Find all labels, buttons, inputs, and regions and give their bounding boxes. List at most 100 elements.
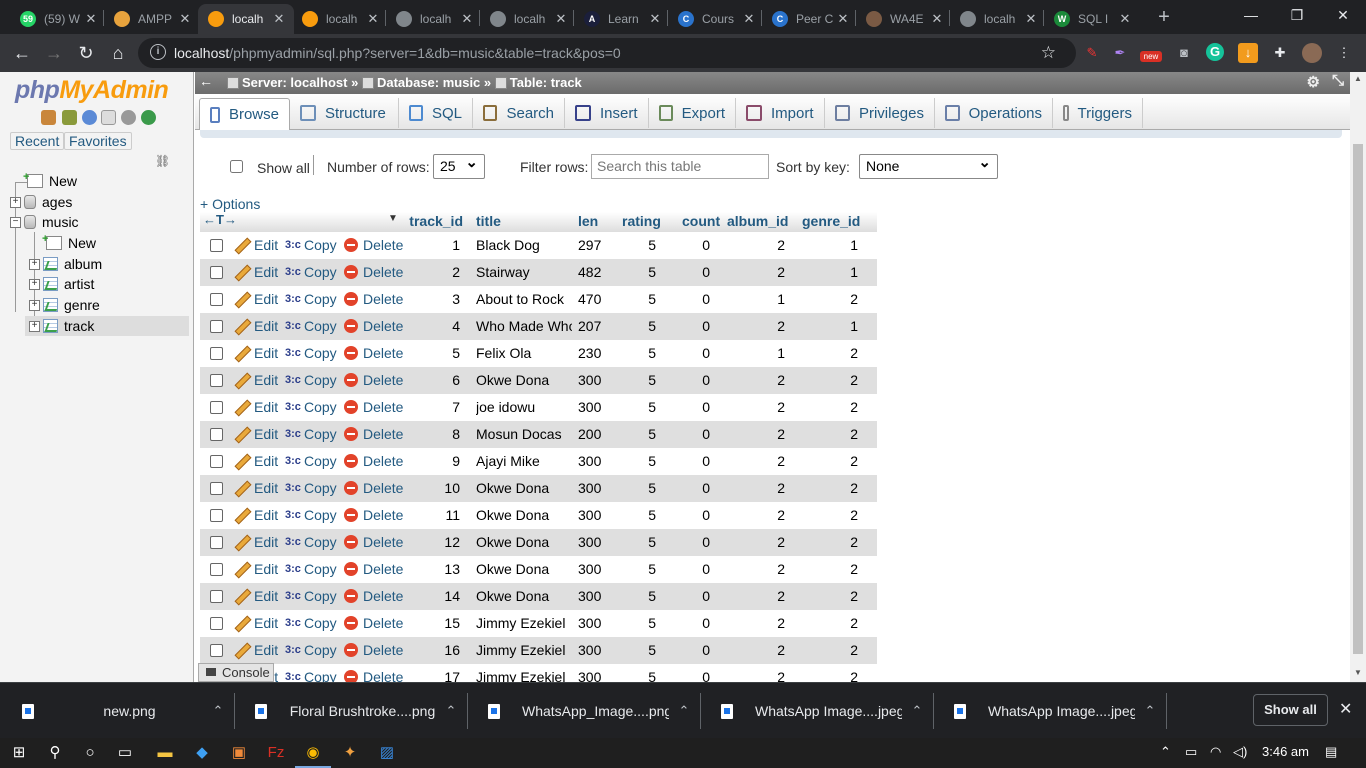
tree-item-new-table[interactable]: New	[29, 233, 96, 253]
cell-track_id[interactable]: 12	[408, 534, 460, 550]
forward-icon[interactable]: →	[40, 40, 68, 66]
delete-link[interactable]: Delete	[344, 264, 403, 280]
cell-rating[interactable]: 5	[622, 534, 656, 550]
cell-title[interactable]: joe idowu	[476, 399, 572, 415]
copy-link[interactable]: 3:c Copy	[285, 237, 337, 253]
cell-rating[interactable]: 5	[622, 426, 656, 442]
address-bar[interactable]: i localhost/phpmyadmin/sql.php?server=1&…	[138, 38, 1076, 68]
cell-genre_id[interactable]: 2	[802, 669, 858, 682]
column-header-track_id[interactable]: track_id	[408, 213, 463, 229]
cell-rating[interactable]: 5	[622, 291, 656, 307]
copy-link[interactable]: 3:c Copy	[285, 615, 337, 631]
rows-per-page-select[interactable]: 25	[433, 153, 485, 179]
row-checkbox[interactable]	[210, 455, 223, 468]
cell-len[interactable]: 297	[578, 237, 608, 253]
cell-count[interactable]: 0	[682, 453, 710, 469]
cell-count[interactable]: 0	[682, 318, 710, 334]
download-item[interactable]: WhatsApp Image....jpeg ⌃	[699, 683, 932, 739]
expand-icon[interactable]: +	[29, 320, 40, 332]
cell-genre_id[interactable]: 1	[802, 264, 858, 280]
column-header-genre_id[interactable]: genre_id	[802, 213, 860, 229]
extension-camera-icon[interactable]: ◙	[1174, 43, 1194, 63]
delete-link[interactable]: Delete	[344, 642, 403, 658]
browser-tab[interactable]: localh ✕	[950, 4, 1046, 34]
cell-count[interactable]: 0	[682, 237, 710, 253]
show-all-label[interactable]: Show all	[257, 160, 310, 176]
cell-album_id[interactable]: 2	[727, 399, 785, 415]
cell-genre_id[interactable]: 2	[802, 561, 858, 577]
cell-len[interactable]: 300	[578, 480, 608, 496]
cell-rating[interactable]: 5	[622, 453, 656, 469]
cell-genre_id[interactable]: 1	[802, 318, 858, 334]
cell-album_id[interactable]: 2	[727, 642, 785, 658]
cell-len[interactable]: 482	[578, 264, 608, 280]
breadcrumb-server[interactable]: Server: localhost	[242, 75, 348, 90]
tab-structure[interactable]: Structure	[290, 98, 399, 128]
collapse-top-icon[interactable]: ⤡	[1332, 72, 1344, 89]
copy-link[interactable]: 3:c Copy	[285, 507, 337, 523]
extension-pen-icon[interactable]: ✎	[1082, 43, 1102, 63]
row-checkbox[interactable]	[210, 563, 223, 576]
cell-title[interactable]: Okwe Dona	[476, 480, 572, 496]
copy-link[interactable]: 3:c Copy	[285, 426, 337, 442]
delete-link[interactable]: Delete	[344, 669, 403, 682]
download-item[interactable]: Floral Brushtroke....png ⌃	[233, 683, 466, 739]
edit-link[interactable]: Edit	[234, 588, 278, 604]
vscode-icon[interactable]: ◆	[191, 742, 213, 764]
cell-len[interactable]: 300	[578, 669, 608, 682]
cell-album_id[interactable]: 2	[727, 426, 785, 442]
cell-count[interactable]: 0	[682, 480, 710, 496]
row-checkbox[interactable]	[210, 536, 223, 549]
edit-link[interactable]: Edit	[234, 480, 278, 496]
tab-close-icon[interactable]: ✕	[176, 11, 194, 27]
recent-tab[interactable]: Recent	[10, 132, 65, 150]
edit-link[interactable]: Edit	[234, 291, 278, 307]
cell-album_id[interactable]: 2	[727, 669, 785, 682]
tab-import[interactable]: Import	[736, 98, 825, 128]
cell-genre_id[interactable]: 2	[802, 480, 858, 496]
extension-grammarly-icon[interactable]: G	[1206, 43, 1224, 61]
cell-track_id[interactable]: 5	[408, 345, 460, 361]
cell-genre_id[interactable]: 2	[802, 534, 858, 550]
task-view-icon[interactable]: ▭	[114, 742, 136, 764]
cell-title[interactable]: Okwe Dona	[476, 507, 572, 523]
cell-album_id[interactable]: 2	[727, 507, 785, 523]
cell-len[interactable]: 300	[578, 561, 608, 577]
cell-count[interactable]: 0	[682, 399, 710, 415]
delete-link[interactable]: Delete	[344, 426, 403, 442]
cell-rating[interactable]: 5	[622, 264, 656, 280]
favorites-tab[interactable]: Favorites	[64, 132, 132, 150]
cell-album_id[interactable]: 2	[727, 615, 785, 631]
cell-count[interactable]: 0	[682, 426, 710, 442]
restore-button[interactable]: ❐	[1274, 0, 1320, 32]
delete-link[interactable]: Delete	[344, 372, 403, 388]
cell-album_id[interactable]: 2	[727, 318, 785, 334]
row-checkbox[interactable]	[210, 347, 223, 360]
browser-tab[interactable]: localh ✕	[386, 4, 482, 34]
tree-item-music[interactable]: − music	[10, 212, 79, 232]
cell-rating[interactable]: 5	[622, 615, 656, 631]
settings-gear-icon[interactable]	[121, 110, 136, 125]
cell-len[interactable]: 300	[578, 399, 608, 415]
cell-len[interactable]: 300	[578, 453, 608, 469]
show-all-checkbox[interactable]	[230, 160, 243, 173]
expand-icon[interactable]: +	[29, 258, 40, 270]
cell-album_id[interactable]: 2	[727, 264, 785, 280]
delete-link[interactable]: Delete	[344, 534, 403, 550]
row-checkbox[interactable]	[210, 320, 223, 333]
cell-album_id[interactable]: 2	[727, 534, 785, 550]
edit-link[interactable]: Edit	[234, 615, 278, 631]
cell-title[interactable]: Jimmy Ezekiel	[476, 642, 572, 658]
cell-title[interactable]: Who Made Who	[476, 318, 572, 334]
logout-icon[interactable]	[62, 110, 77, 125]
cell-rating[interactable]: 5	[622, 318, 656, 334]
cell-rating[interactable]: 5	[622, 399, 656, 415]
cell-len[interactable]: 200	[578, 426, 608, 442]
delete-link[interactable]: Delete	[344, 237, 403, 253]
cell-title[interactable]: Mosun Docas	[476, 426, 572, 442]
delete-link[interactable]: Delete	[344, 615, 403, 631]
cell-track_id[interactable]: 13	[408, 561, 460, 577]
cell-count[interactable]: 0	[682, 642, 710, 658]
cell-count[interactable]: 0	[682, 372, 710, 388]
sort-by-key-select[interactable]: None	[859, 153, 998, 179]
